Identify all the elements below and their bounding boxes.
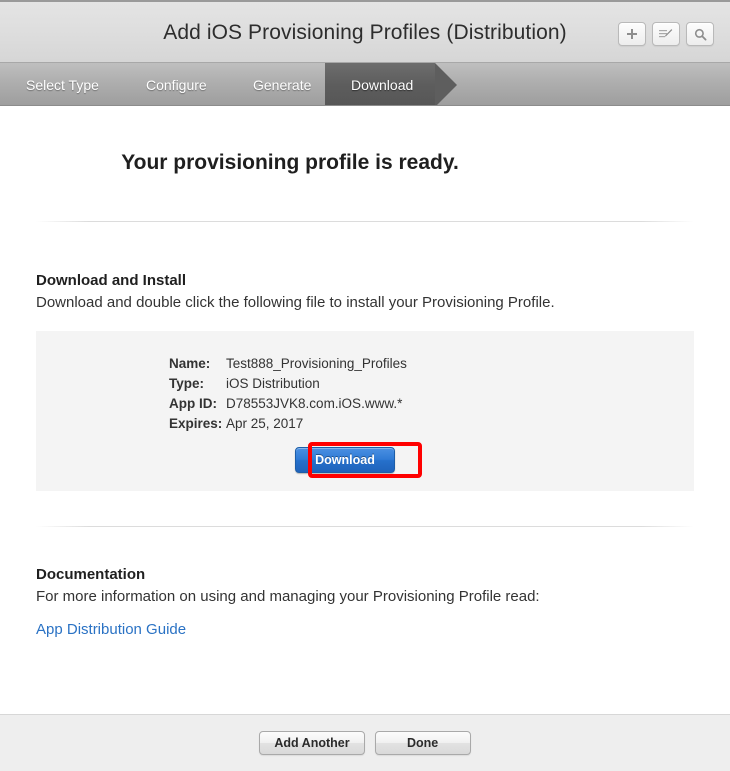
- page-title: Add iOS Provisioning Profiles (Distribut…: [163, 21, 567, 44]
- search-icon: [694, 28, 707, 41]
- documentation-section: Documentation For more information on us…: [36, 566, 694, 639]
- info-value-name: Test888_Provisioning_Profiles: [226, 356, 407, 371]
- titlebar-actions: [618, 22, 714, 46]
- profile-info-rows: Name: Test888_Provisioning_Profiles Type…: [36, 331, 694, 434]
- main-content: Your provisioning profile is ready. Down…: [0, 106, 730, 771]
- info-label-app-id: App ID:: [169, 396, 217, 411]
- info-label-name: Name:: [169, 356, 211, 371]
- documentation-section-title: Documentation: [36, 566, 146, 583]
- edit-pencil-icon: [659, 28, 673, 41]
- info-label-type: Type:: [169, 376, 205, 391]
- add-button[interactable]: [618, 22, 646, 46]
- app-distribution-guide-link[interactable]: App Distribution Guide: [36, 621, 186, 638]
- download-and-install-section: Download and Install Download and double…: [36, 272, 694, 311]
- edit-button[interactable]: [652, 22, 680, 46]
- info-row-expires: Expires: Apr 25, 2017: [169, 414, 694, 434]
- info-value-type: iOS Distribution: [226, 376, 320, 391]
- info-value-expires: Apr 25, 2017: [226, 416, 304, 431]
- headline: Your provisioning profile is ready.: [121, 151, 459, 174]
- add-another-button[interactable]: Add Another: [259, 731, 365, 755]
- profile-info-panel: Name: Test888_Provisioning_Profiles Type…: [36, 331, 694, 491]
- install-section-title: Download and Install: [36, 272, 187, 289]
- done-button[interactable]: Done: [374, 731, 471, 755]
- plus-icon: [626, 28, 638, 40]
- step-select-type[interactable]: Select Type: [8, 63, 117, 105]
- download-button[interactable]: Download: [295, 447, 395, 473]
- step-configure[interactable]: Configure: [128, 63, 225, 105]
- info-row-type: Type: iOS Distribution: [169, 374, 694, 394]
- step-download[interactable]: Download: [325, 63, 458, 105]
- info-row-name: Name: Test888_Provisioning_Profiles: [169, 354, 694, 374]
- divider-top: [36, 221, 694, 222]
- search-button[interactable]: [686, 22, 714, 46]
- info-row-app-id: App ID: D78553JVK8.com.iOS.www.*: [169, 394, 694, 414]
- download-button-row: Download: [36, 442, 694, 478]
- info-value-app-id: D78553JVK8.com.iOS.www.*: [226, 396, 403, 411]
- info-label-expires: Expires:: [169, 416, 223, 431]
- step-generate[interactable]: Generate: [235, 63, 329, 105]
- documentation-section-body: For more information on using and managi…: [36, 588, 540, 605]
- install-section-body: Download and double click the following …: [36, 294, 555, 311]
- title-bar: Add iOS Provisioning Profiles (Distribut…: [0, 0, 730, 62]
- step-navigation: Select Type Configure Generate Download: [0, 62, 730, 106]
- divider-bottom: [36, 526, 694, 527]
- footer-bar: Add Another Done: [0, 714, 730, 771]
